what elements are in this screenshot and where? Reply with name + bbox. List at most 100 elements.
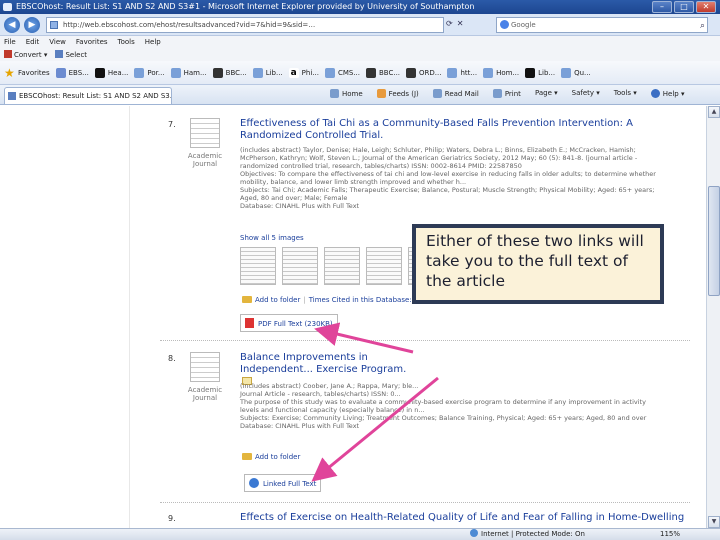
menu-favorites[interactable]: Favorites xyxy=(76,36,108,49)
safety-label: Safety xyxy=(571,89,595,97)
maximize-button[interactable]: □ xyxy=(674,1,694,13)
journal-thumbnail xyxy=(190,118,220,148)
figure-thumbnail[interactable] xyxy=(324,247,360,285)
favorite-item[interactable]: Qu... xyxy=(561,67,591,78)
show-images-link[interactable]: Show all 5 images xyxy=(240,234,304,242)
back-button[interactable]: ◀ xyxy=(4,17,20,33)
menu-file[interactable]: File xyxy=(4,36,16,49)
amazon-icon: a xyxy=(288,67,299,78)
help-menu[interactable]: Help ▾ xyxy=(650,89,685,98)
refresh-icon[interactable]: ⟳ xyxy=(446,19,453,28)
search-icon[interactable]: ⌕ xyxy=(700,19,705,33)
favorite-label: Hom... xyxy=(496,68,520,77)
favorites-bar: ★ Favorites EBS... Hea... Por... Ham... … xyxy=(0,61,720,85)
close-button[interactable]: ✕ xyxy=(696,1,716,13)
result-details: (includes abstract) Coober, Jane A.; Rap… xyxy=(240,382,647,430)
pdf-full-text-label: PDF Full Text (230KB) xyxy=(258,320,333,328)
favorite-label: BBC... xyxy=(378,68,401,77)
favorite-item[interactable]: Hom... xyxy=(483,67,520,78)
result-type: Academic Journal xyxy=(187,386,223,402)
favorite-item[interactable]: Por... xyxy=(134,67,165,78)
favorite-item[interactable]: a Phi... xyxy=(288,67,319,78)
result-number: 7. xyxy=(168,120,176,129)
bookmark-icon xyxy=(525,67,536,78)
window-controls: – □ ✕ xyxy=(652,1,716,13)
result-title-link[interactable]: Effects of Exercise on Health-Related Qu… xyxy=(240,512,700,524)
page-label: Page xyxy=(534,89,552,97)
favorite-item[interactable]: Lib... xyxy=(525,67,555,78)
figure-thumbnail[interactable] xyxy=(240,247,276,285)
bookmark-icon xyxy=(252,67,263,78)
folder-icon xyxy=(242,296,252,303)
menu-view[interactable]: View xyxy=(49,36,66,49)
favorites-button[interactable]: Favorites xyxy=(18,69,50,77)
favorite-item[interactable]: ORD... xyxy=(406,67,442,78)
favorite-item[interactable]: Lib... xyxy=(252,67,283,78)
minimize-button[interactable]: – xyxy=(652,1,672,13)
result-number: 9. xyxy=(168,514,176,523)
favorite-item[interactable]: Ham... xyxy=(170,67,207,78)
pdf-full-text-link[interactable]: PDF Full Text (230KB) xyxy=(240,314,338,332)
result-number: 8. xyxy=(168,354,176,363)
browser-tab[interactable]: EBSCOhost: Result List: S1 AND S2 AND S3… xyxy=(4,87,172,104)
linked-full-text-label: Linked Full Text xyxy=(263,480,317,488)
favorite-item[interactable]: BBC... xyxy=(365,67,401,78)
favorite-item[interactable]: Hea... xyxy=(94,67,129,78)
forward-button[interactable]: ▶ xyxy=(24,17,40,33)
bookmark-icon xyxy=(447,67,458,78)
menu-tools[interactable]: Tools xyxy=(118,36,135,49)
security-zone: Internet | Protected Mode: On xyxy=(470,529,585,540)
stop-icon[interactable]: ✕ xyxy=(457,19,464,28)
add-to-folder-link[interactable]: Add to folder xyxy=(255,453,300,461)
print-label: Print xyxy=(504,90,521,98)
figure-thumbnail[interactable] xyxy=(282,247,318,285)
menu-help[interactable]: Help xyxy=(145,36,161,49)
scroll-down-icon[interactable]: ▼ xyxy=(708,516,720,528)
figure-thumbnail[interactable] xyxy=(366,247,402,285)
favorites-label: Favorites xyxy=(18,68,50,77)
result-title-link[interactable]: Effectiveness of Tai Chi as a Community-… xyxy=(240,118,660,142)
times-cited-link[interactable]: Times Cited in this Database: (1) xyxy=(309,296,424,304)
annotation-callout: Either of these two links will take you … xyxy=(412,224,664,304)
page-icon xyxy=(50,21,58,29)
result-divider xyxy=(160,340,690,341)
favorite-item[interactable]: BBC... xyxy=(212,67,247,78)
search-input[interactable]: Google ⌕ xyxy=(496,17,708,33)
favorite-label: Ham... xyxy=(183,68,207,77)
convert-button[interactable]: Convert ▾ xyxy=(4,49,47,61)
print-icon xyxy=(492,89,502,98)
help-icon xyxy=(650,89,660,98)
zone-label: Internet | Protected Mode: On xyxy=(481,530,585,538)
add-to-folder-link[interactable]: Add to folder xyxy=(255,296,300,304)
favorite-label: ORD... xyxy=(419,68,442,77)
menu-edit[interactable]: Edit xyxy=(26,36,40,49)
favorite-label: EBS... xyxy=(68,68,89,77)
favorite-label: Lib... xyxy=(265,68,283,77)
result-title-text: Balance Improvements in Independent... E… xyxy=(240,352,407,375)
safety-menu[interactable]: Safety ▾ xyxy=(572,89,600,98)
home-button[interactable]: Home xyxy=(330,89,363,98)
journal-thumbnail xyxy=(190,352,220,382)
feeds-label: Feeds (J) xyxy=(388,90,419,98)
favorite-label: Phi... xyxy=(301,68,319,77)
favorite-item[interactable]: CMS... xyxy=(324,67,360,78)
scroll-thumb[interactable] xyxy=(708,186,720,296)
page-content: 7. Academic Journal Effectiveness of Tai… xyxy=(0,106,706,528)
callout-text: Either of these two links will take you … xyxy=(426,232,644,290)
select-button[interactable]: Select xyxy=(55,49,87,61)
tools-menu[interactable]: Tools ▾ xyxy=(614,89,637,98)
feeds-button[interactable]: Feeds (J) xyxy=(376,89,419,98)
page-menu[interactable]: Page ▾ xyxy=(535,89,558,98)
print-button[interactable]: Print xyxy=(492,89,521,98)
favorite-label: Hea... xyxy=(107,68,129,77)
favorite-item[interactable]: htt... xyxy=(447,67,477,78)
address-input[interactable]: http://web.ebscohost.com/ehost/resultsad… xyxy=(46,17,444,33)
scroll-up-icon[interactable]: ▲ xyxy=(708,106,720,118)
favorite-item[interactable]: EBS... xyxy=(55,67,89,78)
linked-full-text-link[interactable]: Linked Full Text xyxy=(244,474,322,492)
favorites-star-icon[interactable]: ★ xyxy=(4,66,18,80)
zoom-level[interactable]: 115% xyxy=(660,529,680,540)
read-mail-button[interactable]: Read Mail xyxy=(432,89,479,98)
vertical-scrollbar[interactable]: ▲ ▼ xyxy=(706,106,720,528)
bookmark-icon xyxy=(55,67,66,78)
